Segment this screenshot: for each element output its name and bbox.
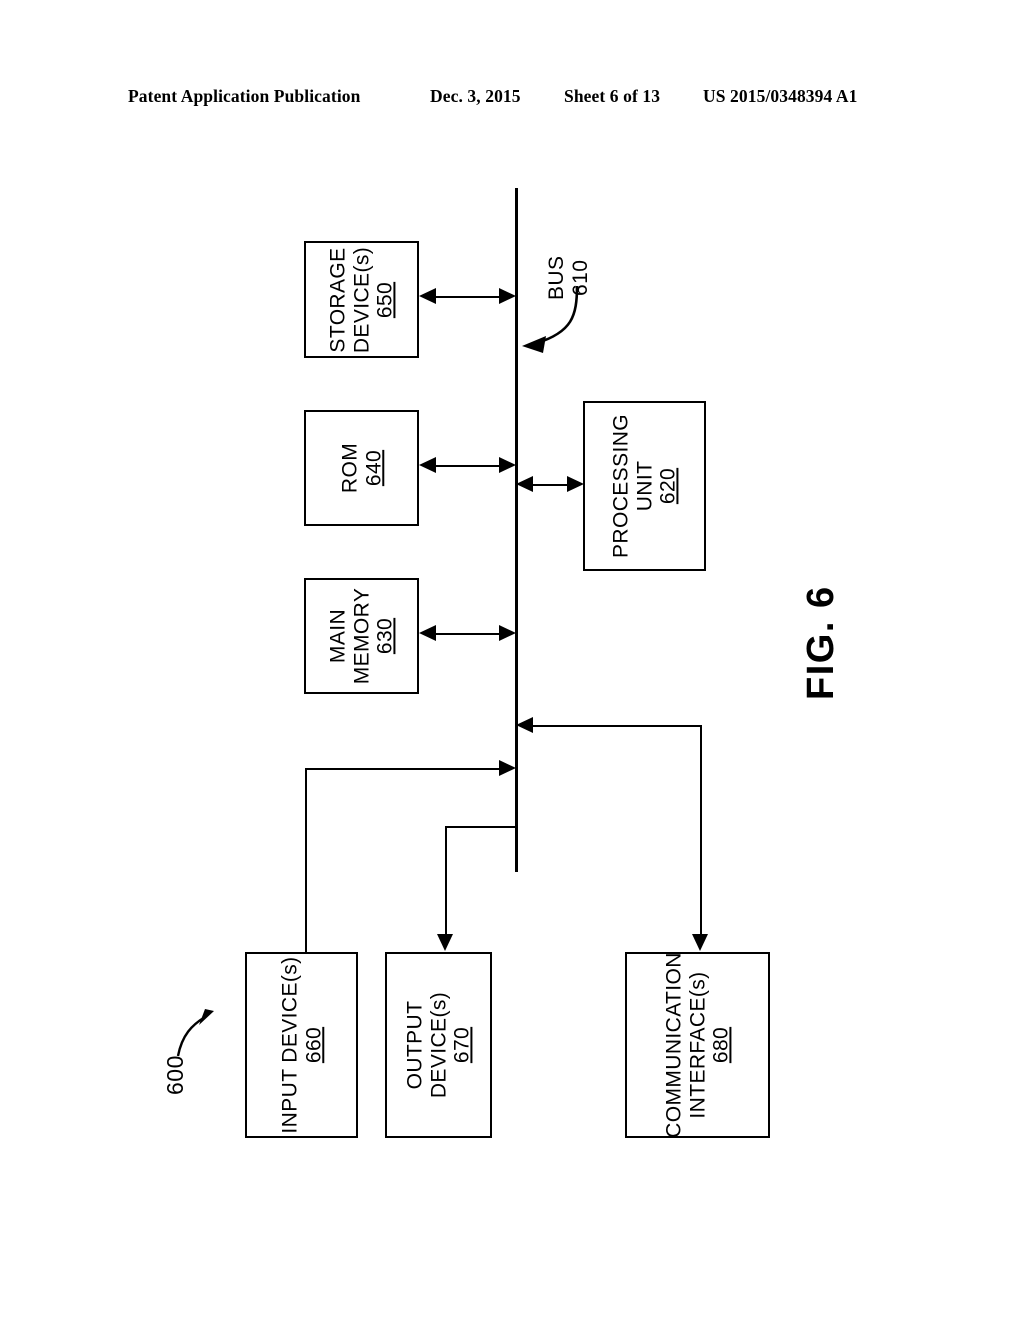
- input-connector-vertical: [305, 768, 307, 954]
- system-ref-leader-curve: [176, 1015, 206, 1057]
- storage-connector-arrow-right: [499, 287, 516, 304]
- block-rom-label: ROM 640: [338, 443, 385, 493]
- bus-label: BUS 610: [545, 256, 592, 300]
- cpu-connector-arrow-right: [567, 475, 584, 492]
- comm-connector-arrowhead-bus: [516, 716, 533, 733]
- rom-connector-arrow-right: [499, 456, 516, 473]
- rom-bus-connector: [435, 465, 507, 467]
- memory-connector-arrow-right: [499, 624, 516, 641]
- rom-connector-arrow-left: [419, 456, 436, 473]
- input-connector-horizontal: [305, 768, 507, 770]
- block-main-memory-label: MAIN MEMORY 630: [326, 588, 397, 685]
- storage-ref-number: 650: [373, 281, 397, 318]
- memory-connector-arrow-left: [419, 624, 436, 641]
- comm-connector-horizontal: [530, 725, 702, 727]
- storage-line-1: STORAGE: [325, 246, 349, 353]
- output-connector-arrowhead: [436, 934, 453, 951]
- bus-ref-number: 610: [568, 259, 592, 296]
- memory-ref-number: 630: [373, 617, 397, 655]
- block-communication-interfaces-label: COMMUNICATION INTERFACE(s) 680: [662, 952, 733, 1138]
- block-output-devices-label: OUTPUT DEVICE(s) 670: [403, 992, 474, 1098]
- leader-lines: [176, 285, 579, 1057]
- block-storage-devices-label: STORAGE DEVICE(s) 650: [326, 246, 397, 352]
- block-main-memory[interactable]: MAIN MEMORY 630: [304, 578, 419, 694]
- block-output-devices[interactable]: OUTPUT DEVICE(s) 670: [385, 952, 492, 1138]
- system-ref-number: 600: [162, 1055, 188, 1095]
- output-ref-number: 670: [450, 1026, 474, 1064]
- block-rom[interactable]: ROM 640: [304, 410, 419, 526]
- rom-ref-number: 640: [361, 449, 385, 487]
- rom-line-1: ROM: [337, 442, 361, 494]
- system-ref-arrowhead: [199, 1009, 214, 1025]
- cpu-connector-arrow-left: [516, 475, 533, 492]
- output-connector-vertical: [445, 826, 447, 936]
- comm-ref-number: 680: [709, 1026, 733, 1064]
- bus-leader-arrowhead: [522, 336, 546, 353]
- memory-bus-connector: [435, 633, 507, 635]
- bus-label-text: BUS: [545, 255, 568, 300]
- output-line-2: DEVICE(s): [426, 991, 450, 1099]
- input-ref-number: 660: [301, 1026, 325, 1064]
- storage-line-2: DEVICE(s): [349, 246, 373, 353]
- storage-bus-connector: [435, 296, 507, 298]
- cpu-line-1: PROCESSING: [608, 413, 632, 559]
- block-input-devices[interactable]: INPUT DEVICE(s) 660: [245, 952, 358, 1138]
- cpu-ref-number: 620: [656, 467, 680, 505]
- block-input-devices-label: INPUT DEVICE(s) 660: [278, 956, 325, 1133]
- block-processing-unit[interactable]: PROCESSING UNIT 620: [583, 401, 706, 571]
- block-communication-interfaces[interactable]: COMMUNICATION INTERFACE(s) 680: [625, 952, 770, 1138]
- block-storage-devices[interactable]: STORAGE DEVICE(s) 650: [304, 241, 419, 358]
- comm-line-1: COMMUNICATION: [661, 952, 685, 1138]
- block-processing-unit-label: PROCESSING UNIT 620: [609, 414, 680, 558]
- output-line-1: OUTPUT: [402, 1000, 426, 1090]
- input-connector-arrowhead: [499, 759, 516, 776]
- cpu-line-2: UNIT: [632, 460, 656, 512]
- cpu-bus-connector: [528, 484, 572, 486]
- memory-line-1: MAIN: [325, 608, 349, 664]
- memory-line-2: MEMORY: [349, 587, 373, 685]
- figure-caption: FIG. 6: [800, 585, 842, 700]
- input-line-1: INPUT DEVICE(s): [277, 956, 301, 1134]
- storage-connector-arrow-left: [419, 287, 436, 304]
- output-connector-horizontal: [445, 826, 517, 828]
- comm-connector-vertical: [700, 725, 702, 936]
- comm-line-2: INTERFACE(s): [685, 971, 709, 1119]
- comm-connector-arrowhead-box: [691, 934, 708, 951]
- patent-figure-6: BUS 610 STORAGE DEVICE(s) 650 ROM 640 MA…: [0, 0, 1024, 1320]
